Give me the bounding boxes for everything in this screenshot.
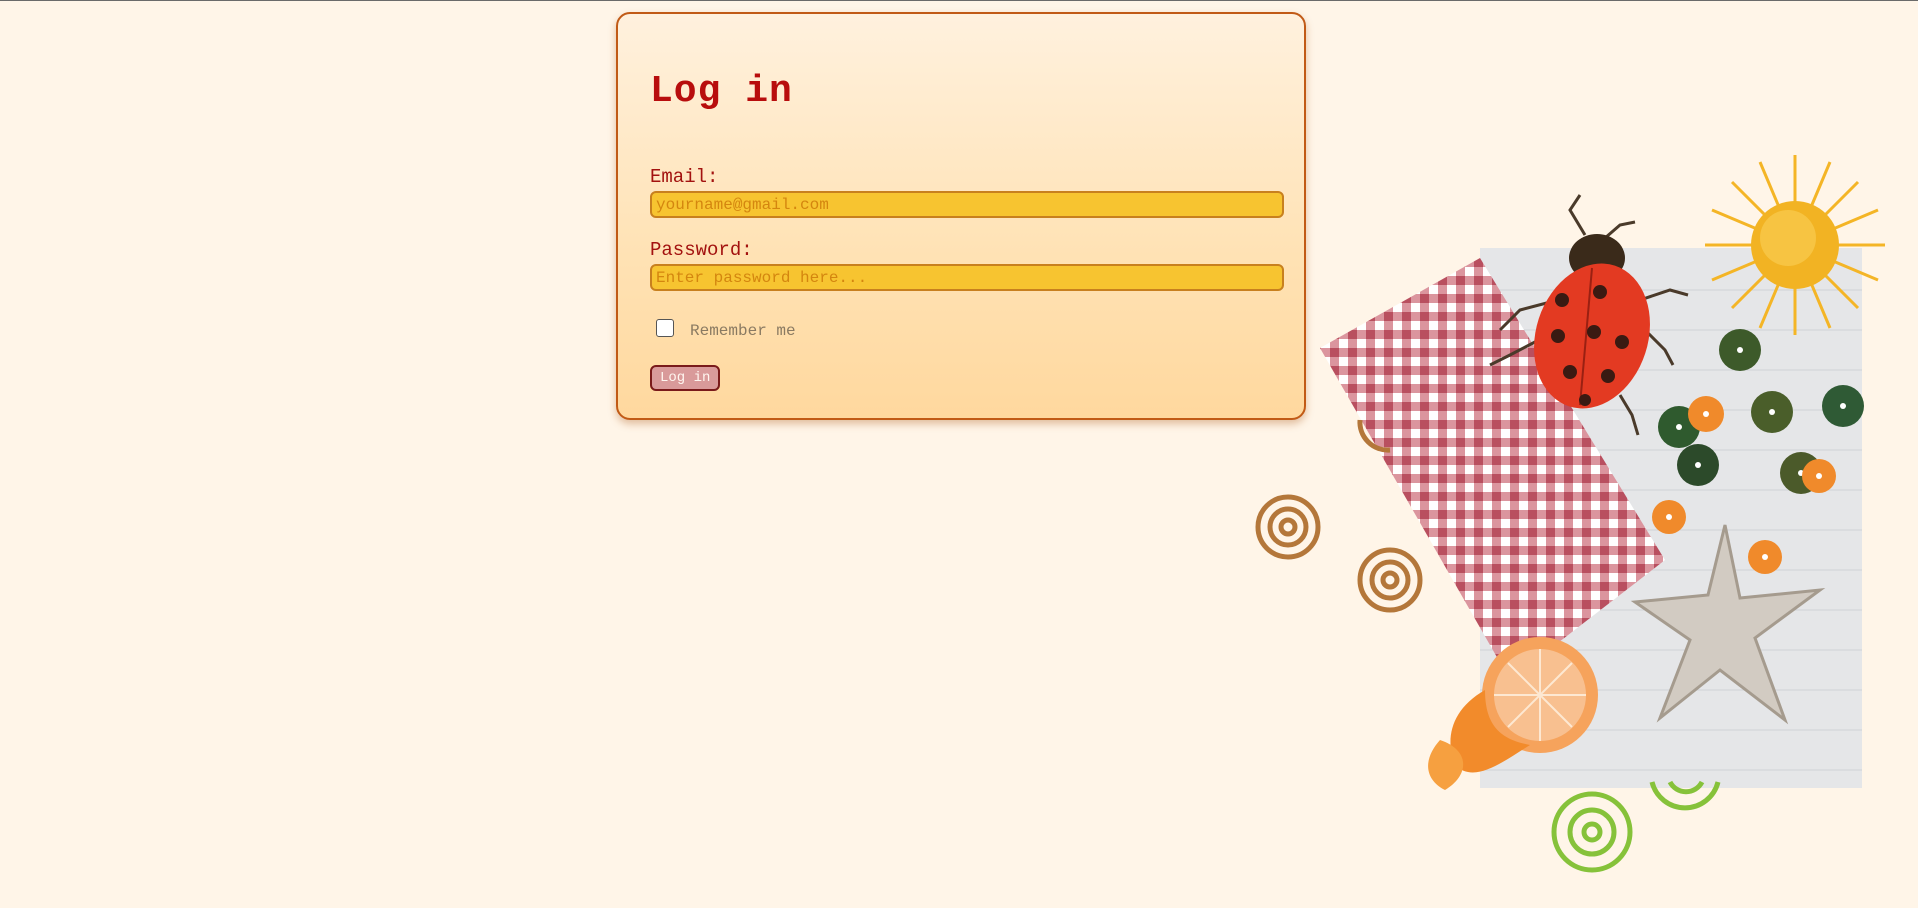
login-card: Log in Email: Password: Remember me Log … <box>616 12 1306 420</box>
decorative-collage <box>1255 155 1885 873</box>
remember-me-label: Remember me <box>690 322 796 340</box>
email-label: Email: <box>650 166 719 188</box>
page-title: Log in <box>650 70 793 113</box>
password-label: Password: <box>650 239 753 261</box>
spiral-icon <box>1551 780 1721 873</box>
remember-me-checkbox[interactable] <box>656 319 674 337</box>
window-top-border <box>0 0 1918 1</box>
email-field[interactable] <box>650 191 1284 218</box>
password-field[interactable] <box>650 264 1284 291</box>
sun-icon <box>1705 155 1885 335</box>
login-button[interactable]: Log in <box>650 365 721 391</box>
